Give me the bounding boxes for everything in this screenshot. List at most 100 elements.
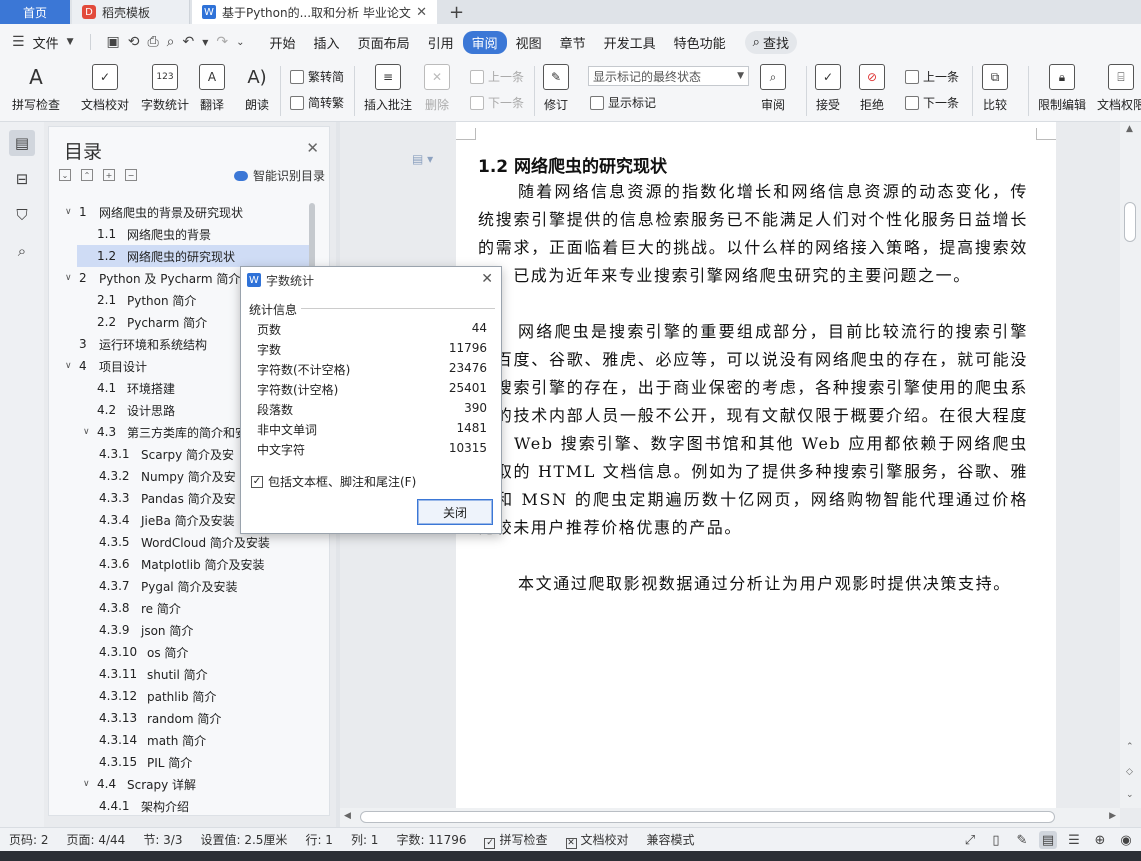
word-count-button[interactable]: 123 字数统计 [141, 64, 189, 113]
scroll-thumb[interactable] [1124, 202, 1136, 242]
status-page-code[interactable]: 页码: 2 [0, 831, 58, 848]
new-tab-button[interactable]: + [437, 0, 476, 24]
toc-item[interactable]: 4.3.7 Pygal 简介及安装 [49, 575, 309, 597]
restrict-edit-button[interactable]: 🔒︎ 限制编辑 [1038, 64, 1086, 113]
next-comment-button[interactable]: 下一条 [470, 94, 524, 111]
search-button[interactable]: ⌕ 查找 [744, 30, 797, 54]
chevron-down-icon[interactable]: ∨ [65, 273, 79, 283]
toc-icon[interactable]: ▤ [9, 130, 35, 156]
toc-item[interactable]: 1.1 网络爬虫的背景 [49, 223, 309, 245]
revise-button[interactable]: ✎ 修订 [543, 64, 569, 113]
hamburger-icon[interactable]: ☰ [12, 34, 25, 50]
toc-item[interactable]: 4.3.10 os 简介 [49, 641, 309, 663]
chevron-down-icon[interactable]: ⌄ [59, 169, 71, 181]
eye-icon[interactable]: ◉ [1117, 831, 1135, 849]
menu-review[interactable]: 审阅 [462, 30, 507, 54]
outline-view-icon[interactable]: ☰ [1065, 831, 1083, 849]
chevron-down-icon[interactable]: ∨ [83, 427, 97, 437]
tab-document[interactable]: W 基于Python的...取和分析 毕业论文 ✕ [192, 0, 437, 24]
chevron-down-icon[interactable]: ∨ [65, 207, 79, 217]
toc-item[interactable]: 4.3.8 re 简介 [49, 597, 309, 619]
chevron-up-icon[interactable]: ⌃ [81, 169, 93, 181]
paragraph-handle-icon[interactable]: ▤ ▾ [412, 152, 433, 166]
menu-page-layout[interactable]: 页面布局 [349, 31, 419, 54]
dialog-title-bar[interactable]: W 字数统计 [241, 267, 501, 293]
toc-item[interactable]: 4.3.15 PIL 简介 [49, 751, 309, 773]
prev-change-button[interactable]: 上一条 [905, 68, 959, 85]
menu-developer[interactable]: 开发工具 [595, 31, 665, 54]
bookmark-icon[interactable]: ⛉ [9, 202, 35, 228]
accept-button[interactable]: ✓ 接受 [815, 64, 841, 113]
trad-to-simp-button[interactable]: 繁转简 [290, 68, 344, 85]
menu-references[interactable]: 引用 [419, 31, 463, 54]
undo-dropdown-icon[interactable]: ▼ [202, 38, 208, 47]
reject-button[interactable]: ⊘ 拒绝 [859, 64, 885, 113]
simp-to-trad-button[interactable]: 简转繁 [290, 94, 344, 111]
toc-item[interactable]: 1.2 网络爬虫的研究现状 [77, 245, 309, 267]
status-doc-proof[interactable]: ✕ 文档校对 [557, 831, 638, 849]
tab-home[interactable]: 首页 [0, 0, 70, 24]
show-markup-button[interactable]: 显示标记 [590, 94, 656, 111]
status-word-count[interactable]: 字数: 11796 [387, 831, 475, 848]
compare-button[interactable]: ⧉ 比较 [982, 64, 1008, 113]
toc-item[interactable]: 4.3.14 math 简介 [49, 729, 309, 751]
fullscreen-icon[interactable]: ⤢ [961, 831, 979, 849]
menu-start[interactable]: 开始 [261, 31, 305, 54]
chevron-down-icon[interactable]: ∨ [65, 361, 79, 371]
undo-icon[interactable]: ↶ [183, 34, 195, 50]
toc-item[interactable]: ∨ 4.4 Scrapy 详解 [49, 773, 309, 795]
toc-item[interactable]: 4.3.13 random 简介 [49, 707, 309, 729]
status-page[interactable]: 页面: 4/44 [58, 831, 135, 848]
prev-page-icon[interactable]: ◇ [1126, 767, 1133, 777]
save-icon[interactable]: ▣ [107, 34, 120, 50]
vertical-scrollbar[interactable]: ▲ ⌃ ◇ ⌄ [1120, 122, 1141, 808]
toc-item[interactable]: ∨ 1 网络爬虫的背景及研究现状 [49, 201, 309, 223]
scroll-thumb[interactable] [360, 811, 1055, 823]
close-button[interactable]: 关闭 [417, 499, 493, 525]
toc-item[interactable]: 4.4.1 架构介绍 [49, 795, 309, 817]
menu-view[interactable]: 视图 [507, 31, 551, 54]
chevron-down-icon[interactable]: ▼ [67, 37, 74, 47]
toc-item[interactable]: 4.3.9 json 简介 [49, 619, 309, 641]
toc-item[interactable]: 4.3.12 pathlib 简介 [49, 685, 309, 707]
horizontal-scrollbar[interactable]: ◀ ▶ [340, 808, 1120, 827]
smart-toc-button[interactable]: 智能识别目录 [233, 167, 325, 184]
document-page[interactable]: ▤ ▾ 1.2 网络爬虫的研究现状 随着网络信息资源的指数化增长和网络信息资源的… [412, 122, 1056, 808]
translate-button[interactable]: A 翻译 [199, 64, 225, 113]
expand-icon[interactable]: + [103, 169, 115, 181]
scroll-right-icon[interactable]: ▶ [1109, 811, 1116, 821]
doc-proof-button[interactable]: ✓ 文档校对 [81, 64, 129, 113]
toc-item[interactable]: 4.3.11 shutil 简介 [49, 663, 309, 685]
chevron-down-icon[interactable]: ⌄ [1126, 790, 1134, 800]
prev-comment-button[interactable]: 上一条 [470, 68, 524, 85]
close-icon[interactable]: ✕ [481, 271, 493, 287]
delete-comment-button[interactable]: ✕ 删除 [424, 64, 450, 113]
close-icon[interactable]: ✕ [416, 5, 427, 20]
share-icon[interactable]: ⟲ [128, 34, 140, 50]
chapter-nav-icon[interactable]: ⊟ [9, 166, 35, 192]
review-pane-button[interactable]: ⌕ 审阅 [760, 64, 786, 113]
search-icon[interactable]: ⌕ [9, 238, 35, 264]
read-mode-icon[interactable]: ▯ [987, 831, 1005, 849]
scroll-left-icon[interactable]: ◀ [344, 811, 351, 821]
page-view-icon[interactable]: ▤ [1039, 831, 1057, 849]
spellcheck-button[interactable]: A 拼写检查 [12, 64, 60, 113]
close-icon[interactable]: ✕ [306, 139, 319, 157]
markup-state-select[interactable]: 显示标记的最终状态 ▼ [588, 66, 749, 86]
insert-comment-button[interactable]: ≡ 插入批注 [364, 64, 412, 113]
next-change-button[interactable]: 下一条 [905, 94, 959, 111]
collapse-icon[interactable]: − [125, 169, 137, 181]
chevron-up-icon[interactable]: ⌃ [1126, 742, 1134, 752]
print-icon[interactable]: ⎙ [147, 34, 158, 50]
redo-icon[interactable]: ↷ [216, 34, 228, 50]
menu-file[interactable]: 文件 [33, 33, 59, 52]
scroll-up-icon[interactable]: ▲ [1126, 124, 1133, 134]
chevron-down-icon[interactable]: ∨ [83, 779, 97, 789]
web-view-icon[interactable]: ⊕ [1091, 831, 1109, 849]
include-textbox-checkbox[interactable]: ✓ 包括文本框、脚注和尾注(F) [251, 473, 416, 490]
menu-insert[interactable]: 插入 [305, 31, 349, 54]
read-aloud-button[interactable]: A) 朗读 [244, 64, 270, 113]
customize-quick-access-icon[interactable]: ⌄ [236, 37, 244, 48]
status-spellcheck[interactable]: ✓ 拼写检查 [475, 831, 556, 849]
toc-item[interactable]: 4.3.6 Matplotlib 简介及安装 [49, 553, 309, 575]
